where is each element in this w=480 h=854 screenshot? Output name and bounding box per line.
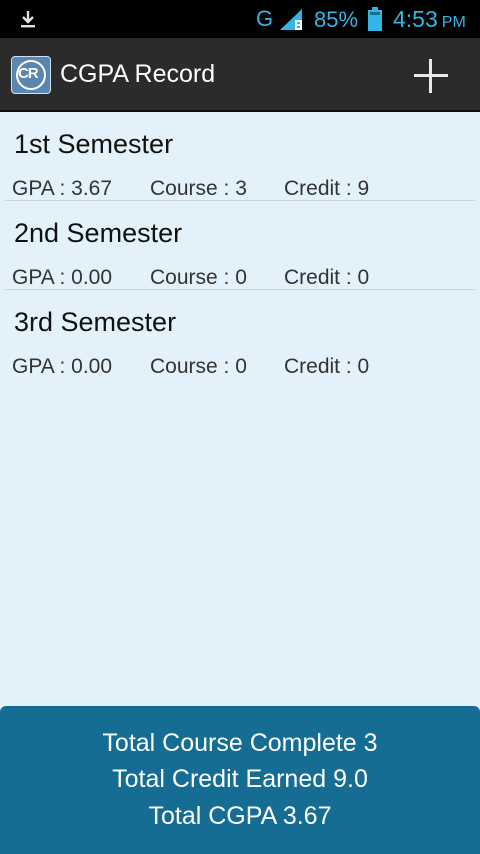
network-type-label: G [256,6,274,31]
semester-list-item[interactable]: 1st Semester GPA : 3.67 Course : 3 Credi… [5,112,475,201]
semester-gpa: GPA : 3.67 [12,177,113,200]
semester-course-count: Course : 3 [150,177,247,200]
semester-course-count: Course : 0 [150,266,247,289]
semester-gpa: GPA : 0.00 [12,355,113,378]
clock-ampm: PM [441,14,466,31]
app-logo-icon: CR [11,56,51,94]
add-semester-button[interactable] [410,54,456,98]
clock-time: 4:53 [393,6,438,32]
semester-list-item[interactable]: 3rd Semester GPA : 0.00 Course : 0 Credi… [5,290,475,378]
semester-title: 1st Semester [14,129,174,159]
app-title: CGPA Record [60,60,216,88]
semester-title: 2nd Semester [14,218,183,248]
action-bar: CR CGPA Record [0,38,480,112]
total-course-complete: Total Course Complete 3 [102,729,378,757]
semester-gpa: GPA : 0.00 [12,266,113,289]
battery-icon [368,7,382,31]
app-logo-text: CR [18,65,39,82]
semester-credit: Credit : 9 [284,177,370,200]
semester-title: 3rd Semester [14,307,177,337]
semester-course-count: Course : 0 [150,355,247,378]
semester-credit: Credit : 0 [284,355,370,378]
battery-percentage: 85% [314,7,359,32]
signal-bars-icon [280,9,302,30]
semester-credit: Credit : 0 [284,266,370,289]
semester-list-item[interactable]: 2nd Semester GPA : 0.00 Course : 0 Credi… [5,201,475,290]
download-arrow-icon [21,11,35,28]
total-cgpa: Total CGPA 3.67 [148,802,332,830]
summary-panel: Total Course Complete 3 Total Credit Ear… [0,706,480,854]
status-bar: G 85% 4:53 PM [0,0,480,38]
status-clock: 4:53 PM [393,6,466,33]
total-credit-earned: Total Credit Earned 9.0 [112,765,368,793]
semester-list: 1st Semester GPA : 3.67 Course : 3 Credi… [0,112,480,378]
